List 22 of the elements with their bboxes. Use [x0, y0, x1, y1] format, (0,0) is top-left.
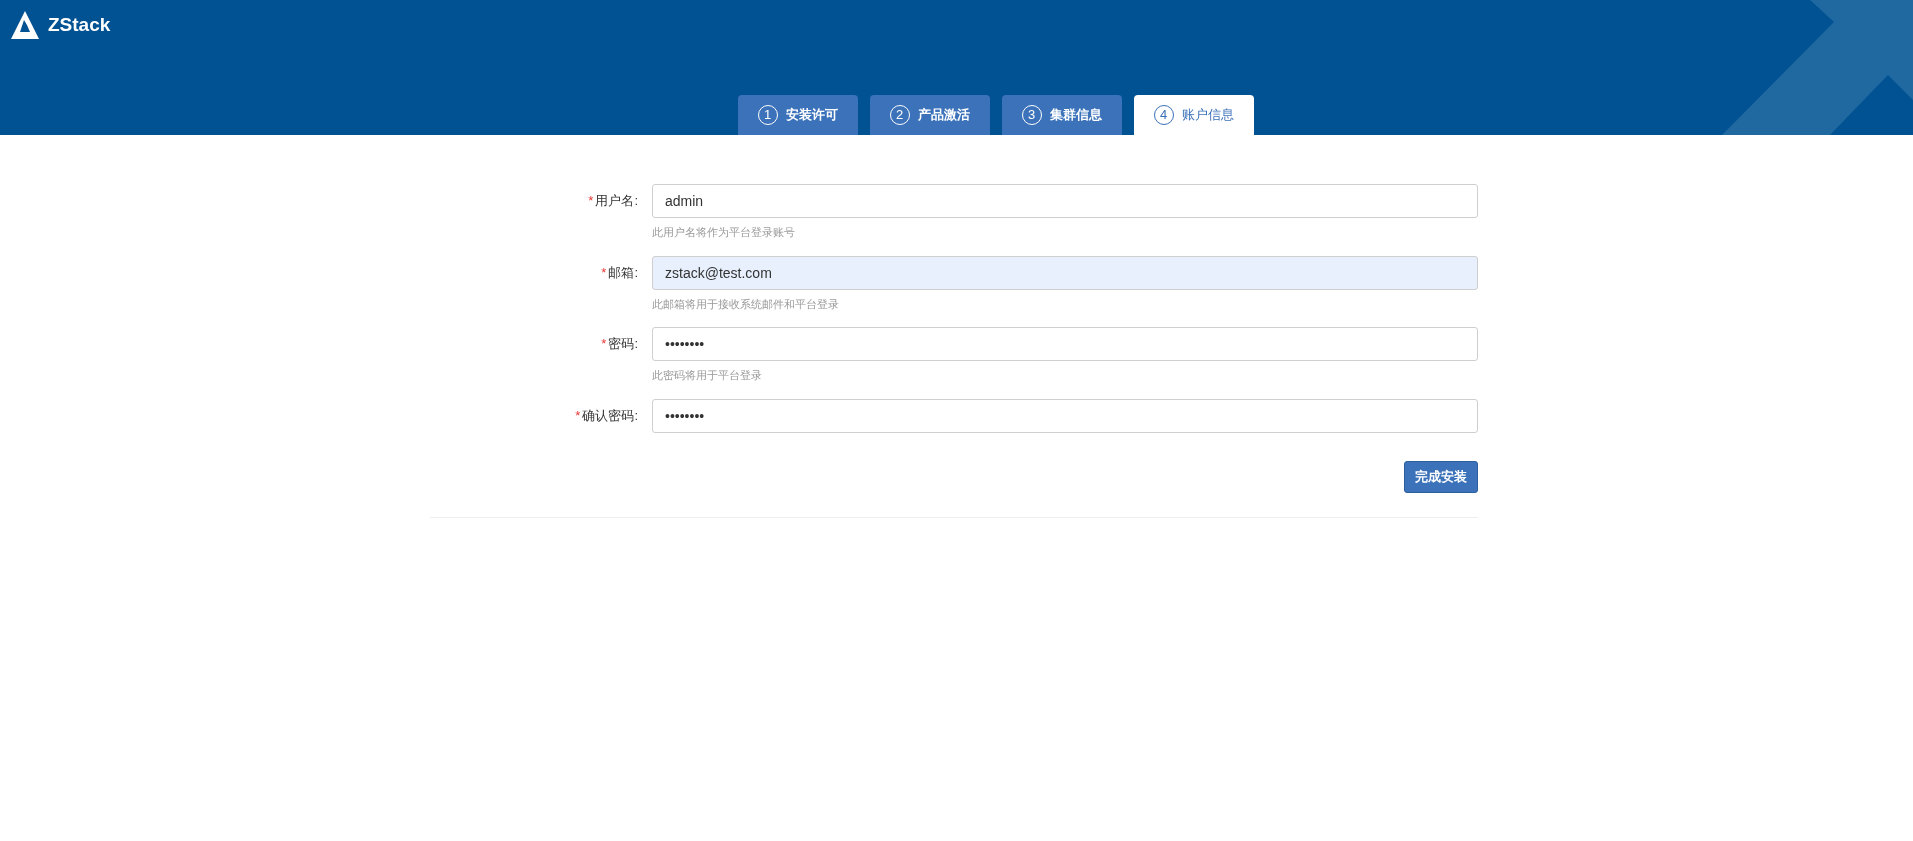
required-asterisk: * — [601, 335, 607, 354]
step-tab[interactable]: 4 账户信息 — [1133, 95, 1254, 135]
input-field[interactable]: •••••••• — [652, 398, 1478, 433]
field-label: 确认密码: — [582, 406, 638, 425]
required-asterisk: * — [588, 192, 594, 211]
step-tab[interactable]: 2 产品激活 — [869, 95, 990, 135]
field-hint: 此密码将用于平台登录 — [652, 368, 763, 383]
finish-install-button[interactable]: 完成安装 — [1404, 460, 1478, 493]
input-field[interactable]: admin — [652, 184, 1478, 218]
logo-text: ZStack — [48, 12, 111, 37]
field-hint: 此用户名将作为平台登录账号 — [652, 225, 796, 240]
required-asterisk: * — [575, 406, 581, 425]
field-label: 密码: — [608, 335, 638, 354]
input-field[interactable]: zstack@test.com — [652, 255, 1478, 290]
field-label: 用户名: — [595, 192, 638, 211]
field-label: 邮箱: — [608, 263, 638, 282]
field-hint: 此邮箱将用于接收系统邮件和平台登录 — [652, 296, 840, 312]
required-asterisk: * — [601, 263, 607, 282]
input-field[interactable]: •••••••• — [652, 327, 1478, 361]
step-tab[interactable]: 3 集群信息 — [1001, 95, 1122, 135]
logo-icon — [10, 10, 40, 40]
step-tab[interactable]: 1 安装许可 — [737, 95, 858, 135]
